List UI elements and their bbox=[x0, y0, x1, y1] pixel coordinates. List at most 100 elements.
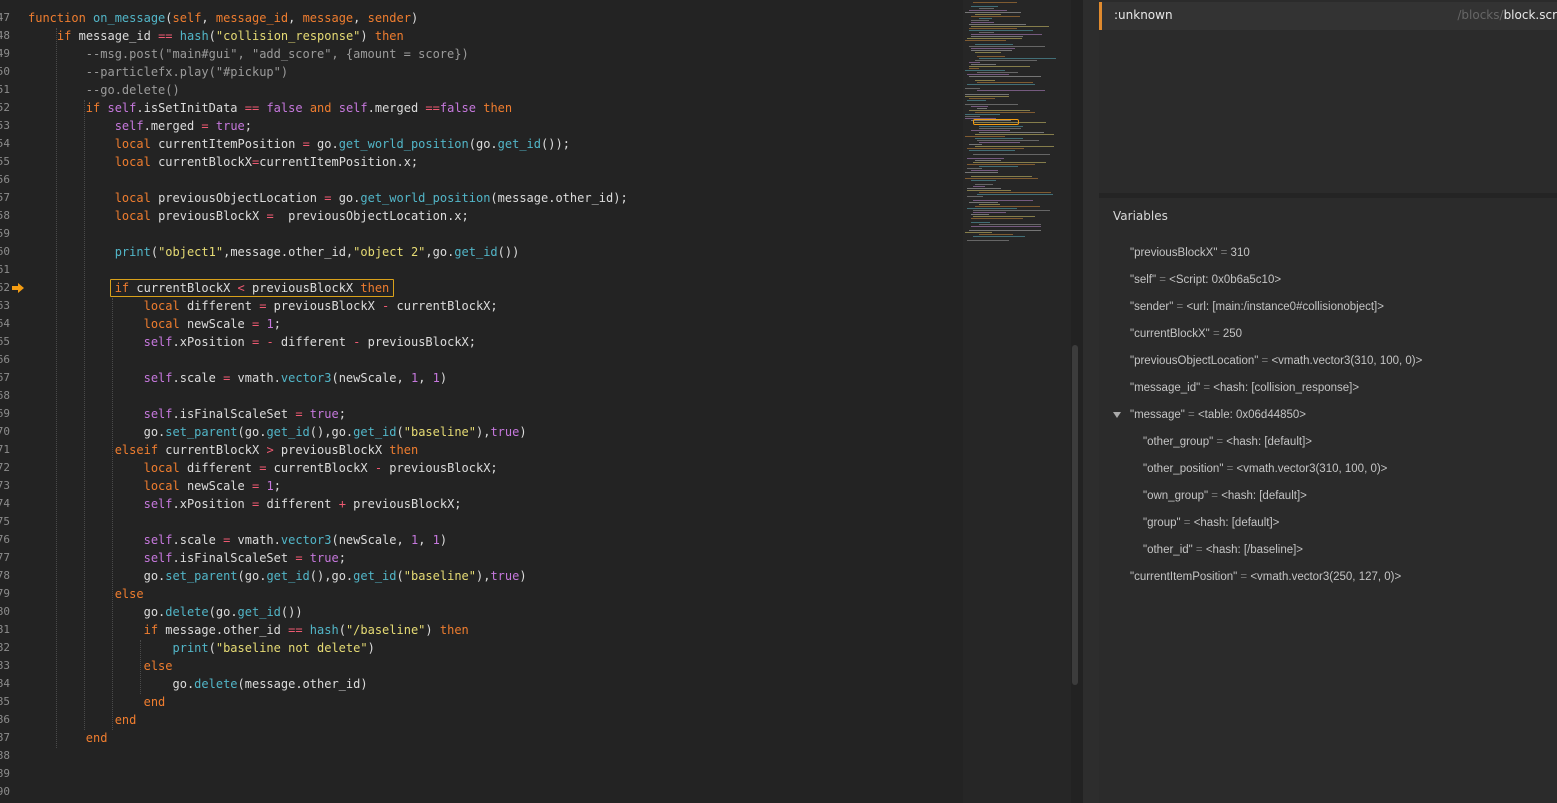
variable-name: "currentBlockX" bbox=[1130, 328, 1210, 340]
variable-name: "message" bbox=[1130, 409, 1185, 421]
minimap-line bbox=[975, 160, 1001, 161]
code-editor[interactable]: 47 function on_message(self, message_id, … bbox=[0, 0, 963, 803]
code-token: , bbox=[353, 11, 368, 25]
variable-row[interactable]: "other_position" = <vmath.vector3(310, 1… bbox=[1143, 463, 1387, 475]
code-token: get_id bbox=[266, 569, 310, 583]
code-token: previousBlockX bbox=[273, 443, 390, 457]
code-line[interactable]: 53 self.merged = true; bbox=[0, 117, 963, 135]
minimap-line bbox=[975, 112, 1035, 113]
variable-value: <vmath.vector3(310, 100, 0)> bbox=[1236, 463, 1388, 475]
code-line[interactable]: 50 --particlefx.play("#pickup") bbox=[0, 63, 963, 81]
code-line[interactable]: 70 go.set_parent(go.get_id(),go.get_id("… bbox=[0, 423, 963, 441]
variable-row[interactable]: "message" = <table: 0x06d44850> bbox=[1113, 409, 1306, 421]
variable-row[interactable]: "group" = <hash: [default]> bbox=[1143, 517, 1279, 529]
minimap-line bbox=[965, 116, 980, 117]
code-line[interactable]: 52 if self.isSetInitData == false and se… bbox=[0, 99, 963, 117]
pane-separator[interactable] bbox=[1083, 0, 1099, 803]
code-line[interactable]: 68 bbox=[0, 387, 963, 405]
variable-row[interactable]: "previousObjectLocation" = <vmath.vector… bbox=[1130, 355, 1422, 367]
minimap-line bbox=[975, 80, 995, 81]
code-line[interactable]: 85 end bbox=[0, 693, 963, 711]
code-line[interactable]: 49 --msg.post("main#gui", "add_score", {… bbox=[0, 45, 963, 63]
code-line[interactable]: 74 self.xPosition = different + previous… bbox=[0, 495, 963, 513]
code-line[interactable]: 76 self.scale = vmath.vector3(newScale, … bbox=[0, 531, 963, 549]
code-line[interactable]: 84 go.delete(message.other_id) bbox=[0, 675, 963, 693]
code-token: (newScale, bbox=[331, 371, 411, 385]
code-line[interactable]: 51 --go.delete() bbox=[0, 81, 963, 99]
code-line[interactable]: 63 local different = previousBlockX - cu… bbox=[0, 297, 963, 315]
code-line[interactable]: 48 if message_id == hash("collision_resp… bbox=[0, 27, 963, 45]
code-line[interactable]: 77 self.isFinalScaleSet = true; bbox=[0, 549, 963, 567]
code-token: == bbox=[244, 101, 260, 115]
code-line[interactable]: 71 elseif currentBlockX > previousBlockX… bbox=[0, 441, 963, 459]
minimap-line bbox=[973, 212, 1006, 213]
code-line[interactable]: 79 else bbox=[0, 585, 963, 603]
code-line[interactable]: 56 bbox=[0, 171, 963, 189]
code-line[interactable]: 82 print("baseline not delete") bbox=[0, 639, 963, 657]
variable-row[interactable]: "other_group" = <hash: [default]> bbox=[1143, 436, 1312, 448]
editor-scrollbar[interactable] bbox=[1071, 0, 1083, 803]
line-number: 64 bbox=[0, 317, 10, 330]
code-line[interactable]: 66 bbox=[0, 351, 963, 369]
code-line[interactable]: 65 self.xPosition = - different - previo… bbox=[0, 333, 963, 351]
variable-row[interactable]: "sender" = <url: [main:/instance0#collis… bbox=[1130, 301, 1384, 313]
line-number: 47 bbox=[0, 11, 10, 24]
code-line[interactable]: 64 local newScale = 1; bbox=[0, 315, 963, 333]
variable-row[interactable]: "other_id" = <hash: [/baseline]> bbox=[1143, 544, 1303, 556]
breakpoint-arrow-icon[interactable] bbox=[12, 283, 24, 293]
code-token: self bbox=[143, 407, 173, 421]
variable-row[interactable]: "message_id" = <hash: [collision_respons… bbox=[1130, 382, 1359, 394]
code-line[interactable]: 72 local different = currentBlockX - pre… bbox=[0, 459, 963, 477]
scrollbar-thumb[interactable] bbox=[1072, 345, 1078, 685]
minimap-line bbox=[969, 10, 1007, 11]
code-line[interactable]: 62 if currentBlockX < previousBlockX the… bbox=[0, 279, 963, 297]
code-line[interactable]: 81 if message.other_id == hash("/baselin… bbox=[0, 621, 963, 639]
code-token: - bbox=[266, 335, 274, 349]
code-token: = bbox=[295, 551, 303, 565]
minimap-line bbox=[977, 90, 1045, 91]
code-line[interactable]: 73 local newScale = 1; bbox=[0, 477, 963, 495]
code-line[interactable]: 59 bbox=[0, 225, 963, 243]
variable-row[interactable]: "currentItemPosition" = <vmath.vector3(2… bbox=[1130, 571, 1401, 583]
file-tab[interactable]: :unknown /blocks/block.scr bbox=[1099, 2, 1557, 30]
variable-row[interactable]: "own_group" = <hash: [default]> bbox=[1143, 490, 1307, 502]
code-line[interactable]: 89 bbox=[0, 765, 963, 783]
code-line[interactable]: 61 bbox=[0, 261, 963, 279]
code-line[interactable]: 55 local currentBlockX=currentItemPositi… bbox=[0, 153, 963, 171]
code-line[interactable]: 69 self.isFinalScaleSet = true; bbox=[0, 405, 963, 423]
code-line[interactable]: 87 end bbox=[0, 729, 963, 747]
code-line[interactable]: 57 local previousObjectLocation = go.get… bbox=[0, 189, 963, 207]
code-token: 1 bbox=[266, 317, 274, 331]
code-line[interactable]: 75 bbox=[0, 513, 963, 531]
code-token: .xPosition bbox=[172, 497, 252, 511]
code-token: newScale bbox=[186, 479, 252, 493]
minimap[interactable] bbox=[963, 0, 1071, 803]
minimap-line bbox=[967, 190, 1011, 191]
code-line[interactable]: 90 bbox=[0, 783, 963, 801]
code-line[interactable]: 78 go.set_parent(go.get_id(),go.get_id("… bbox=[0, 567, 963, 585]
code-line[interactable]: 54 local currentItemPosition = go.get_wo… bbox=[0, 135, 963, 153]
minimap-line bbox=[967, 74, 1009, 75]
variable-row[interactable]: "previousBlockX" = 310 bbox=[1130, 247, 1250, 259]
variable-row[interactable]: "self" = <Script: 0x0b6a5c10> bbox=[1130, 274, 1281, 286]
minimap-line bbox=[975, 52, 1001, 53]
code-line[interactable]: 86 end bbox=[0, 711, 963, 729]
code-text: else bbox=[28, 657, 173, 675]
code-line[interactable]: 47 function on_message(self, message_id, … bbox=[0, 9, 963, 27]
code-line[interactable]: 88 bbox=[0, 747, 963, 765]
code-line[interactable]: 83 else bbox=[0, 657, 963, 675]
code-line[interactable]: 67 self.scale = vmath.vector3(newScale, … bbox=[0, 369, 963, 387]
code-line[interactable]: 58 local previousBlockX = previousObject… bbox=[0, 207, 963, 225]
variable-row[interactable]: "currentBlockX" = 250 bbox=[1130, 328, 1242, 340]
code-token: local bbox=[114, 137, 159, 151]
code-token: (),go. bbox=[309, 569, 354, 583]
code-line[interactable]: 60 print("object1",message.other_id,"obj… bbox=[0, 243, 963, 261]
expand-caret-icon[interactable] bbox=[1113, 412, 1121, 418]
line-number: 81 bbox=[0, 623, 10, 636]
variable-value: <vmath.vector3(250, 127, 0)> bbox=[1250, 571, 1402, 583]
code-line[interactable]: 80 go.delete(go.get_id()) bbox=[0, 603, 963, 621]
line-number: 48 bbox=[0, 29, 10, 42]
